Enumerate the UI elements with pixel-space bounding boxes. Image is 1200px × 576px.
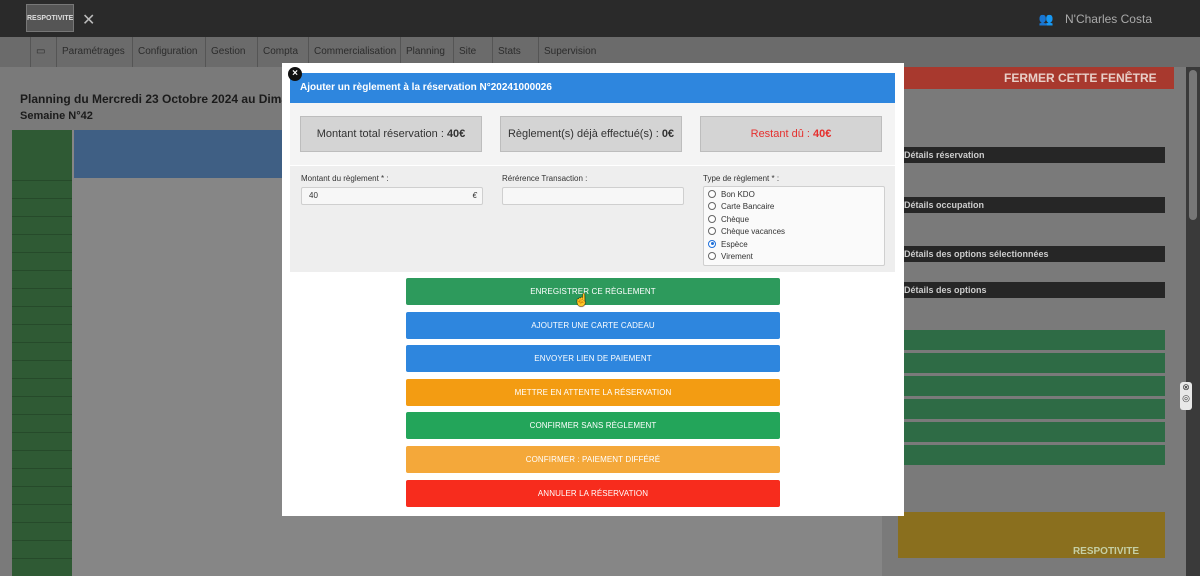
payment-type-option[interactable]: Chèque vacances	[708, 226, 785, 238]
modal-title: Ajouter un règlement à la réservation N°…	[290, 73, 895, 103]
payment-type-option-label: Virement	[721, 252, 753, 261]
send-payment-link-button[interactable]: ENVOYER LIEN DE PAIEMENT	[406, 345, 780, 372]
payment-type-label: Type de règlement * :	[703, 174, 780, 183]
planning-hour-row	[12, 270, 72, 288]
planning-hour-row	[12, 540, 72, 558]
side-section-reservation: Détails réservation	[898, 147, 1165, 163]
total-amount-box: Montant total réservation : 40€	[300, 116, 482, 152]
euro-icon: €	[472, 191, 477, 200]
planning-hour-row	[12, 252, 72, 270]
planning-hour-row	[12, 342, 72, 360]
radio-button[interactable]	[708, 214, 716, 223]
planning-hour-row	[12, 306, 72, 324]
planning-column-header	[74, 130, 292, 178]
radio-button[interactable]	[708, 227, 716, 236]
side-section-options: Détails des options	[898, 282, 1165, 298]
amount-input[interactable]: 40 €	[301, 187, 483, 205]
save-payment-button[interactable]: ENREGISTRER CE RÈGLEMENT	[406, 278, 780, 305]
confirm-without-payment-button[interactable]: CONFIRMER SANS RÈGLEMENT	[406, 412, 780, 439]
planning-hour-row	[12, 396, 72, 414]
payment-type-option[interactable]: Bon KDO	[708, 189, 755, 201]
amount-value: 40	[309, 191, 318, 200]
planning-hour-row	[12, 504, 72, 522]
user-icon: 👥	[1038, 12, 1054, 26]
planning-hour-row	[12, 558, 72, 576]
hold-reservation-button[interactable]: METTRE EN ATTENTE LA RÉSERVATION	[406, 379, 780, 406]
payment-type-option-label: Bon KDO	[721, 190, 755, 199]
side-action-button[interactable]	[898, 445, 1165, 465]
planning-hour-row	[12, 468, 72, 486]
payment-type-option-label: Espèce	[721, 239, 748, 249]
planning-hour-row	[12, 180, 72, 198]
paid-amount-label: Règlement(s) déjà effectué(s) :	[507, 128, 662, 140]
floating-toolbar[interactable]: ⊗ ◎	[1180, 382, 1192, 410]
due-amount-label: Restant dû :	[750, 128, 813, 140]
payment-type-option[interactable]: Chèque	[708, 214, 749, 226]
app-logo[interactable]: RESPOTIVITE	[26, 4, 74, 32]
total-amount-value: 40€	[446, 128, 466, 140]
planning-hour-row	[12, 486, 72, 504]
top-bar: RESPOTIVITE ✕ 👥 N'Charles Costa	[0, 0, 1200, 37]
target-icon[interactable]: ◎	[1180, 393, 1192, 404]
radio-button[interactable]	[708, 252, 716, 260]
modal-close-icon[interactable]: ×	[288, 67, 302, 81]
close-icon[interactable]: ⊗	[1180, 382, 1192, 393]
total-amount-label: Montant total réservation :	[316, 128, 447, 140]
payment-type-option-label: Chèque	[721, 214, 750, 224]
radio-button[interactable]	[708, 202, 716, 211]
user-menu[interactable]: 👥 N'Charles Costa	[1039, 12, 1152, 26]
planning-hour-row	[12, 198, 72, 216]
side-action-button[interactable]	[898, 330, 1165, 350]
due-amount-box: Restant dû : 40€	[700, 116, 882, 152]
close-window-button[interactable]: FERMER CETTE FENÊTRE	[884, 67, 1174, 89]
planning-hour-row	[12, 450, 72, 468]
nav-item-configuration[interactable]: Configuration	[132, 37, 202, 67]
planning-hour-row	[12, 414, 72, 432]
side-section-occupation: Détails occupation	[898, 197, 1165, 213]
planning-hour-row	[12, 324, 72, 342]
reference-input[interactable]	[502, 187, 684, 205]
side-panel	[884, 67, 1184, 576]
add-gift-card-button[interactable]: AJOUTER UNE CARTE CADEAU	[406, 312, 780, 339]
nav-home-icon[interactable]: ▭	[30, 37, 50, 67]
planning-week: Semaine N°42	[20, 110, 93, 122]
hand-cursor-icon: ☝	[574, 293, 589, 307]
payment-type-option-label: Chèque vacances	[721, 227, 786, 237]
payment-type-option[interactable]: Espèce	[708, 239, 748, 251]
paid-amount-value: 0€	[661, 128, 675, 140]
side-action-button[interactable]	[898, 422, 1165, 442]
planning-hour-row	[12, 432, 72, 450]
radio-button[interactable]	[708, 190, 716, 198]
planning-hour-row	[12, 288, 72, 306]
payment-type-option-label: Carte Bancaire	[721, 202, 775, 212]
radio-button[interactable]	[708, 239, 716, 248]
fullscreen-icon[interactable]: ✕	[82, 10, 95, 30]
cancel-reservation-button[interactable]: ANNULER LA RÉSERVATION	[406, 480, 780, 507]
scrollbar-thumb[interactable]	[1189, 70, 1197, 220]
paid-amount-box: Règlement(s) déjà effectué(s) : 0€	[500, 116, 682, 152]
confirm-deferred-payment-button[interactable]: CONFIRMER : PAIEMENT DIFFÉRÉ	[406, 446, 780, 473]
respotivite-logo: RESPOTIVITE	[1072, 546, 1140, 557]
planning-hour-row	[12, 216, 72, 234]
side-action-button[interactable]	[898, 353, 1165, 373]
planning-hour-row	[12, 234, 72, 252]
reference-label: Rérérence Transaction :	[502, 174, 588, 183]
planning-hour-row	[12, 378, 72, 396]
side-action-button[interactable]	[898, 399, 1165, 419]
side-section-selected-options: Détails des options sélectionnées	[898, 246, 1165, 262]
due-amount-value: 40€	[813, 128, 832, 140]
user-name: N'Charles Costa	[1065, 12, 1152, 26]
nav-item-gestion[interactable]: Gestion	[205, 37, 250, 67]
side-action-button[interactable]	[898, 376, 1165, 396]
planning-hour-row	[12, 360, 72, 378]
payment-type-option[interactable]: Virement	[708, 251, 753, 263]
amount-label: Montant du règlement * :	[301, 174, 389, 183]
payment-type-option[interactable]: Carte Bancaire	[708, 201, 774, 213]
nav-item-parametrages[interactable]: Paramétrages	[56, 37, 130, 67]
planning-hour-row	[12, 522, 72, 540]
